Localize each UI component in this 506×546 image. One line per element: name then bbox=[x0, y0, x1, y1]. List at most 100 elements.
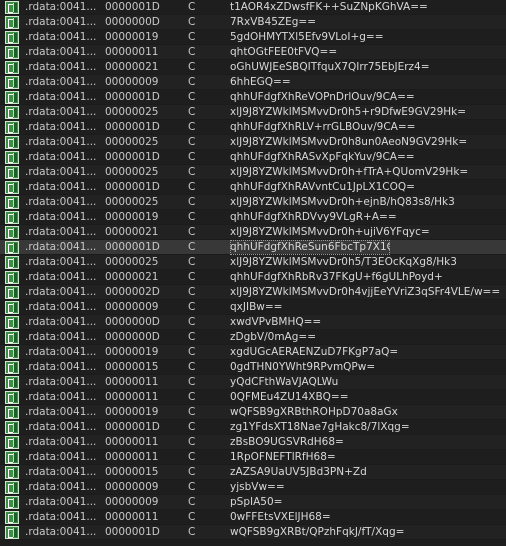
strings-table: .rdata:0041... 0000001D Ct1AOR4xZDwsfFK++S… bbox=[0, 0, 506, 546]
address-cell: .rdata:0041... bbox=[25, 211, 97, 223]
string-cell: pSpIA50= bbox=[230, 496, 283, 508]
string-row[interactable]: .rdata:0041... 00000011 C 0QFMEu4ZU14XBQ== bbox=[0, 390, 506, 405]
length-cell: 0000001D bbox=[105, 241, 160, 253]
address-cell: .rdata:0041... bbox=[25, 76, 97, 88]
string-row[interactable]: .rdata:0041... 0000002D CxlJ9J8YZWklMSMvvD… bbox=[0, 285, 506, 300]
type-cell: C bbox=[188, 16, 196, 28]
length-cell: 0000001D bbox=[105, 526, 160, 538]
address-cell: .rdata:0041... bbox=[25, 121, 97, 133]
string-cell: yQdCFthWaVJAQLWu bbox=[230, 376, 339, 388]
string-icon bbox=[5, 286, 19, 299]
string-row[interactable]: .rdata:0041... 00000009 C 6hhEGQ== bbox=[0, 75, 506, 90]
length-cell: 0000000D bbox=[105, 16, 160, 28]
type-cell: C bbox=[188, 106, 196, 118]
string-row[interactable]: .rdata:0041... 00000011 C 0wFFEtsVXElJH68= bbox=[0, 510, 506, 525]
string-row[interactable]: .rdata:0041... 0000001D CwQFSB9gXRBt/QPzhF… bbox=[0, 525, 506, 540]
string-row[interactable]: .rdata:0041... 00000021 CoGhUWJEeSBQITfquX… bbox=[0, 60, 506, 75]
type-cell: C bbox=[188, 376, 196, 388]
string-icon bbox=[5, 166, 19, 179]
address-cell: .rdata:0041... bbox=[25, 136, 97, 148]
length-cell: 0000001D bbox=[105, 91, 160, 103]
type-cell: C bbox=[188, 226, 196, 238]
string-icon bbox=[5, 61, 19, 74]
type-cell: C bbox=[188, 241, 196, 253]
string-row[interactable]: .rdata:0041... 0000000D CzDgbV/0mAg== bbox=[0, 330, 506, 345]
string-row[interactable]: .rdata:0041... 0000000D C 7RxVB45ZEg== bbox=[0, 15, 506, 30]
string-row[interactable]: .rdata:0041... 0000001D Ct1AOR4xZDwsfFK++S… bbox=[0, 0, 506, 15]
string-row[interactable]: .rdata:0041... 00000015 C 0gdTHN0YWht9RPvmQ… bbox=[0, 360, 506, 375]
type-cell: C bbox=[188, 481, 196, 493]
string-cell: xlJ9J8YZWklMSMvvDr0h+fTrA+QUomV29Hk= bbox=[230, 166, 469, 178]
type-cell: C bbox=[188, 406, 196, 418]
address-cell: .rdata:0041... bbox=[25, 196, 97, 208]
address-cell: .rdata:0041... bbox=[25, 391, 97, 403]
address-cell: .rdata:0041... bbox=[25, 361, 97, 373]
string-row[interactable]: .rdata:0041... 00000019 CxgdUGcAERAENZuD7F… bbox=[0, 345, 506, 360]
string-row[interactable]: .rdata:0041... 0000001D CqhhUFdgfXhReVOPnD… bbox=[0, 90, 506, 105]
string-row[interactable]: .rdata:0041... 0000001D CqhhUFdgfXhRASvXpF… bbox=[0, 150, 506, 165]
string-row[interactable]: .rdata:0041... 00000019 CqhhUFdgfXhRDVvy9V… bbox=[0, 210, 506, 225]
string-cell: 0gdTHN0YWht9RPvmQPw= bbox=[230, 361, 376, 373]
string-row[interactable]: .rdata:0041... 00000009 CyjsbVw== bbox=[0, 480, 506, 495]
length-cell: 00000009 bbox=[105, 76, 159, 88]
address-cell: .rdata:0041... bbox=[25, 301, 97, 313]
length-cell: 00000011 bbox=[105, 436, 159, 448]
string-row[interactable]: .rdata:0041... 00000025 CxlJ9J8YZWklMSMvvD… bbox=[0, 105, 506, 120]
string-row[interactable]: .rdata:0041... 0000001D CqhhUFdgfXhReSun6F… bbox=[0, 240, 506, 255]
address-cell: .rdata:0041... bbox=[25, 331, 97, 343]
string-icon bbox=[5, 331, 19, 344]
type-cell: C bbox=[188, 151, 196, 163]
string-cell: xlJ9J8YZWklMSMvvDr0h4vjjEeYVriZ3qSFr4VLE… bbox=[230, 286, 501, 298]
string-row[interactable]: .rdata:0041... 0000001D CqhhUFdgfXhRAVvntC… bbox=[0, 180, 506, 195]
address-cell: .rdata:0041... bbox=[25, 496, 97, 508]
string-cell: 7RxVB45ZEg== bbox=[230, 16, 317, 28]
string-cell: xwdVPvBMHQ== bbox=[230, 316, 322, 328]
string-icon bbox=[5, 271, 19, 284]
string-cell: qhhUFdgfXhRDVvy9VLgR+A== bbox=[230, 211, 397, 223]
string-cell: oGhUWJEeSBQITfquX7QIrr75EbJErz4= bbox=[230, 61, 430, 73]
string-row[interactable]: .rdata:0041... 0000001D Czg1YFdsXT18Nae7gH… bbox=[0, 420, 506, 435]
string-cell: 0QFMEu4ZU14XBQ== bbox=[230, 391, 349, 403]
length-cell: 0000001D bbox=[105, 121, 160, 133]
string-row[interactable]: .rdata:0041... 00000021 CqhhUFdgfXhRbRv37F… bbox=[0, 270, 506, 285]
length-cell: 0000001D bbox=[105, 181, 160, 193]
string-cell: qhhUFdgfXhRASvXpFqkYuv/9CA== bbox=[230, 151, 415, 163]
type-cell: C bbox=[188, 526, 196, 538]
string-row[interactable]: .rdata:0041... 00000025 CxlJ9J8YZWklMSMvvD… bbox=[0, 135, 506, 150]
string-row[interactable]: .rdata:0041... 00000009 CpSpIA50= bbox=[0, 495, 506, 510]
string-row[interactable]: .rdata:0041... 00000011 CzBsBO9UGSVRdH68= bbox=[0, 435, 506, 450]
address-cell: .rdata:0041... bbox=[25, 61, 97, 73]
string-row[interactable]: .rdata:0041... 00000009 CqxJIBw== bbox=[0, 300, 506, 315]
string-row[interactable]: .rdata:0041... 00000025 CxlJ9J8YZWklMSMvvD… bbox=[0, 255, 506, 270]
address-cell: .rdata:0041... bbox=[25, 421, 97, 433]
string-cell: qhtOGtFEE0tFVQ== bbox=[230, 46, 338, 58]
string-icon bbox=[5, 16, 19, 29]
string-row[interactable]: .rdata:0041... 0000000D CxwdVPvBMHQ== bbox=[0, 315, 506, 330]
string-row[interactable]: .rdata:0041... 00000019 CwQFSB9gXRBthROHpD… bbox=[0, 405, 506, 420]
string-row[interactable]: .rdata:0041... 00000011 CqhtOGtFEE0tFVQ== bbox=[0, 45, 506, 60]
address-cell: .rdata:0041... bbox=[25, 151, 97, 163]
length-cell: 00000009 bbox=[105, 301, 159, 313]
address-cell: .rdata:0041... bbox=[25, 436, 97, 448]
type-cell: C bbox=[188, 361, 196, 373]
string-row[interactable]: .rdata:0041... 00000025 CxlJ9J8YZWklMSMvvD… bbox=[0, 195, 506, 210]
string-row[interactable]: .rdata:0041... 00000021 CxlJ9J8YZWklMSMvvD… bbox=[0, 225, 506, 240]
string-cell: xlJ9J8YZWklMSMvvDr0h5/T3EOcKqXg8/Hk3 bbox=[230, 256, 457, 268]
string-cell: zAZSA9UaUV5JBd3PN+Zd bbox=[230, 466, 367, 478]
address-cell: .rdata:0041... bbox=[25, 226, 97, 238]
address-cell: .rdata:0041... bbox=[25, 46, 97, 58]
string-row[interactable]: .rdata:0041... 00000011 C 1RpOFNEFTlRfH68= bbox=[0, 450, 506, 465]
string-row[interactable]: .rdata:0041... 0000001D CqhhUFdgfXhRLV+rrG… bbox=[0, 120, 506, 135]
length-cell: 00000009 bbox=[105, 481, 159, 493]
type-cell: C bbox=[188, 46, 196, 58]
string-cell: zBsBO9UGSVRdH68= bbox=[230, 436, 344, 448]
string-icon bbox=[5, 526, 19, 539]
string-icon bbox=[5, 121, 19, 134]
string-cell: zDgbV/0mAg== bbox=[230, 331, 316, 343]
type-cell: C bbox=[188, 301, 196, 313]
length-cell: 00000015 bbox=[105, 466, 159, 478]
string-row[interactable]: .rdata:0041... 00000025 CxlJ9J8YZWklMSMvvD… bbox=[0, 165, 506, 180]
string-row[interactable]: .rdata:0041... 00000019 C 5gdOHMYTXl5Efv9VL… bbox=[0, 30, 506, 45]
string-row[interactable]: .rdata:0041... 00000015 CzAZSA9UaUV5JBd3PN… bbox=[0, 465, 506, 480]
string-row[interactable]: .rdata:0041... 00000011 CyQdCFthWaVJAQLWu bbox=[0, 375, 506, 390]
